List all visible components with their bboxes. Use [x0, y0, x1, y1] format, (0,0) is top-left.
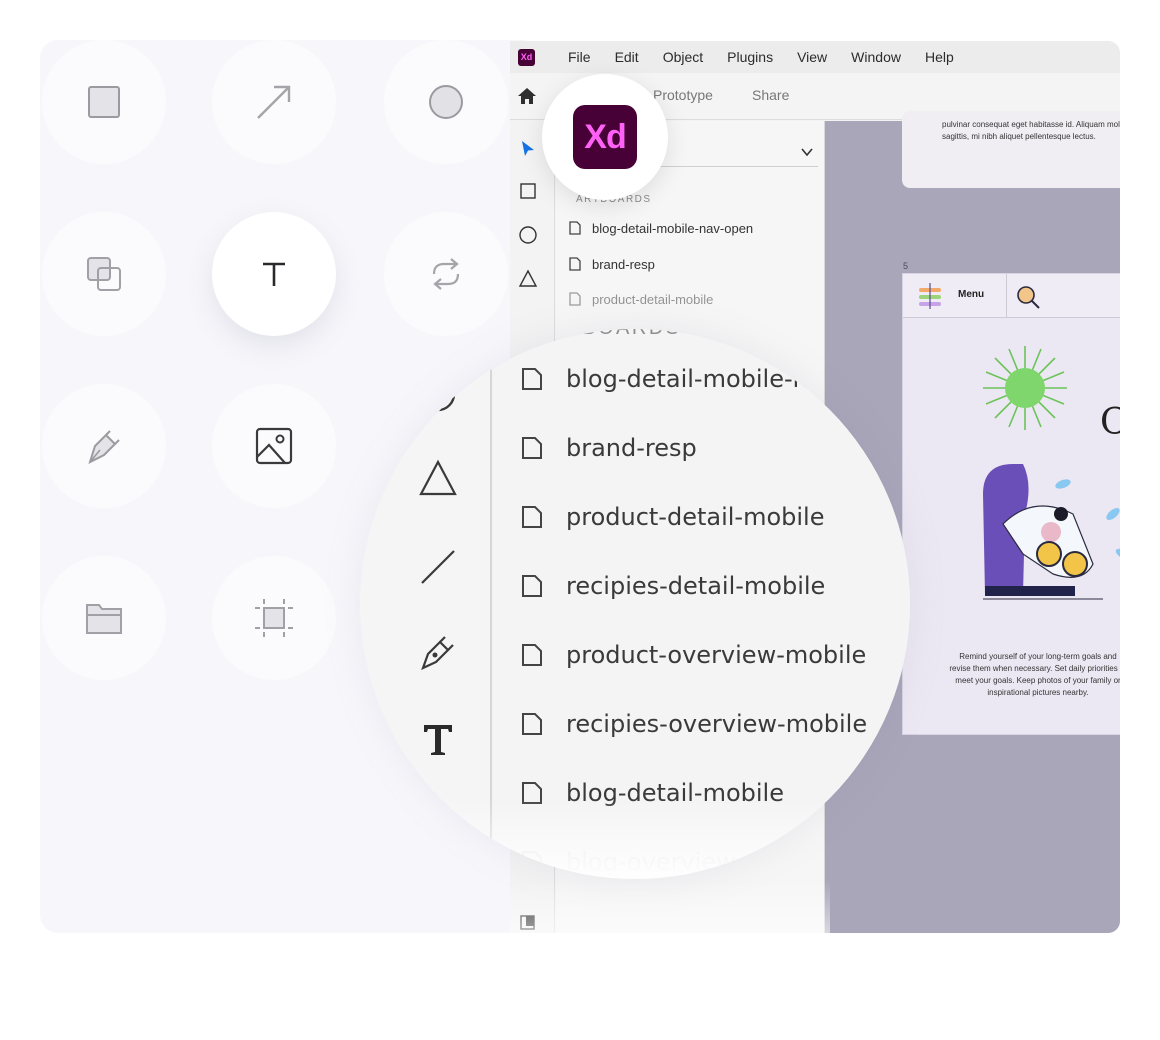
artboard-icon — [522, 575, 542, 597]
boolean-group-button[interactable] — [42, 212, 166, 336]
bottom-fade — [510, 880, 830, 1040]
image-icon — [255, 427, 293, 465]
ellipse-tool-icon — [429, 85, 463, 119]
artboard-name: recipies-detail-mobile — [566, 572, 826, 600]
select-tool-icon[interactable] — [518, 139, 538, 159]
xd-app-icon: Xd — [518, 48, 535, 66]
magnified-layers-callout: ARTBOARDS blog-detail-mobile-nav-open br… — [360, 329, 910, 879]
callout-fade — [360, 799, 910, 879]
artboard-header: Menu — [903, 274, 1120, 318]
artboard-list-item[interactable]: recipies-detail-mobile — [521, 566, 825, 606]
artboard-name: product-detail-mobile — [566, 503, 825, 531]
artboard-label: 5 — [903, 261, 909, 271]
artboard-icon — [522, 644, 542, 666]
artboard-name: product-overview-mobile — [566, 641, 867, 669]
artboard-list-item[interactable]: product-detail-mobile — [568, 287, 713, 311]
menu-file[interactable]: File — [568, 49, 591, 65]
polygon-tool-icon[interactable] — [518, 269, 538, 289]
artboard-name: brand-resp — [566, 434, 697, 462]
artboard-body-text: pulvinar consequat eget habitasse id. Al… — [942, 120, 1120, 141]
artboard-name: blog-detail-mobile-nav-open — [592, 220, 754, 236]
artboard-name: blog-detail-mobile-nav-open — [566, 365, 906, 393]
pen-tool-icon[interactable] — [418, 632, 458, 672]
menu-icon — [919, 283, 941, 309]
artboard-preview-top[interactable]: pulvinar consequat eget habitasse id. Al… — [902, 111, 1120, 188]
artboard-icon — [522, 713, 542, 735]
ellipse-tool-icon[interactable] — [418, 374, 458, 414]
artboard-tool-icon — [255, 599, 293, 637]
artboard-caption: Remind yourself of your long-term goals … — [949, 652, 1120, 697]
artboard-tool-button[interactable] — [212, 556, 336, 680]
artboard-list-item[interactable]: blog-detail-mobile-nav-open — [568, 216, 753, 240]
pen-tool-icon — [88, 430, 120, 464]
tab-prototype[interactable]: Prototype — [653, 87, 713, 103]
menu-view[interactable]: View — [797, 49, 827, 65]
polygon-tool-icon[interactable] — [418, 459, 458, 499]
arrow-tool-icon — [257, 85, 291, 119]
divider — [1006, 274, 1007, 318]
image-tool-button[interactable] — [212, 384, 336, 508]
hero-heading-letter: C — [1100, 402, 1120, 443]
artboard-list-item[interactable]: product-detail-mobile — [521, 497, 824, 537]
artboard-list-item[interactable]: recipies-overview-mobile — [521, 704, 867, 744]
magnified-artboard-list: ARTBOARDS blog-detail-mobile-nav-open br… — [494, 329, 910, 879]
artboard-name: recipies-overview-mobile — [566, 710, 868, 738]
text-tool-icon[interactable] — [418, 719, 458, 759]
repeat-grid-icon — [432, 258, 460, 290]
text-tool-icon — [263, 262, 285, 286]
menu-edit[interactable]: Edit — [615, 49, 639, 65]
repeat-grid-button[interactable] — [384, 212, 508, 336]
pen-tool-button[interactable] — [42, 384, 166, 508]
folder-button[interactable] — [42, 556, 166, 680]
person-illustration — [983, 464, 1120, 600]
text-tool-button[interactable] — [212, 212, 336, 336]
search-icon — [1017, 286, 1040, 309]
rectangle-tool-icon — [88, 86, 120, 118]
menu-object[interactable]: Object — [663, 49, 703, 65]
artboard-icon — [569, 257, 581, 271]
tab-share[interactable]: Share — [752, 87, 789, 103]
arrow-tool-button[interactable] — [212, 40, 336, 164]
artboard-list-item[interactable]: product-overview-mobile — [521, 635, 866, 675]
artboard-icon — [522, 437, 542, 459]
ellipse-tool-icon[interactable] — [518, 225, 538, 245]
artboard-list-item[interactable]: brand-resp — [521, 428, 697, 468]
composite-stage: Xd File Edit Object Plugins View Window … — [0, 0, 1160, 1040]
menu-window[interactable]: Window — [851, 49, 901, 65]
artboard-preview-main[interactable]: Menu C Remind yourself of your long-term… — [902, 273, 1120, 735]
chevron-down-icon — [801, 148, 813, 157]
line-tool-icon[interactable] — [418, 547, 458, 587]
artboard-icon — [522, 506, 542, 528]
folder-icon — [86, 604, 122, 634]
xd-logo: Xd — [573, 105, 637, 169]
sun-burst-illustration — [983, 346, 1067, 430]
artboard-list-item[interactable]: blog-detail-mobile-nav-open — [521, 359, 905, 399]
ellipse-tool-button[interactable] — [384, 40, 508, 164]
xd-logo-badge: Xd — [542, 74, 668, 200]
magnified-tools-column — [360, 329, 492, 879]
menu-help[interactable]: Help — [925, 49, 954, 65]
artboard-name: brand-resp — [592, 256, 655, 272]
boolean-group-icon — [87, 257, 121, 291]
artboards-heading: ARTBOARDS — [535, 329, 682, 340]
rectangle-tool-icon[interactable] — [518, 181, 538, 201]
home-icon[interactable] — [516, 85, 538, 107]
artboard-icon — [569, 221, 581, 235]
artboard-list-item[interactable]: brand-resp — [568, 252, 655, 276]
menu-plugins[interactable]: Plugins — [727, 49, 773, 65]
artboard-icon — [569, 292, 581, 306]
artboard-icon — [522, 368, 542, 390]
menu-bar: Xd File Edit Object Plugins View Window … — [510, 41, 1120, 73]
artboard-name: product-detail-mobile — [592, 291, 714, 307]
rectangle-tool-button[interactable] — [42, 40, 166, 164]
artboard-menu-label: Menu — [958, 289, 985, 300]
